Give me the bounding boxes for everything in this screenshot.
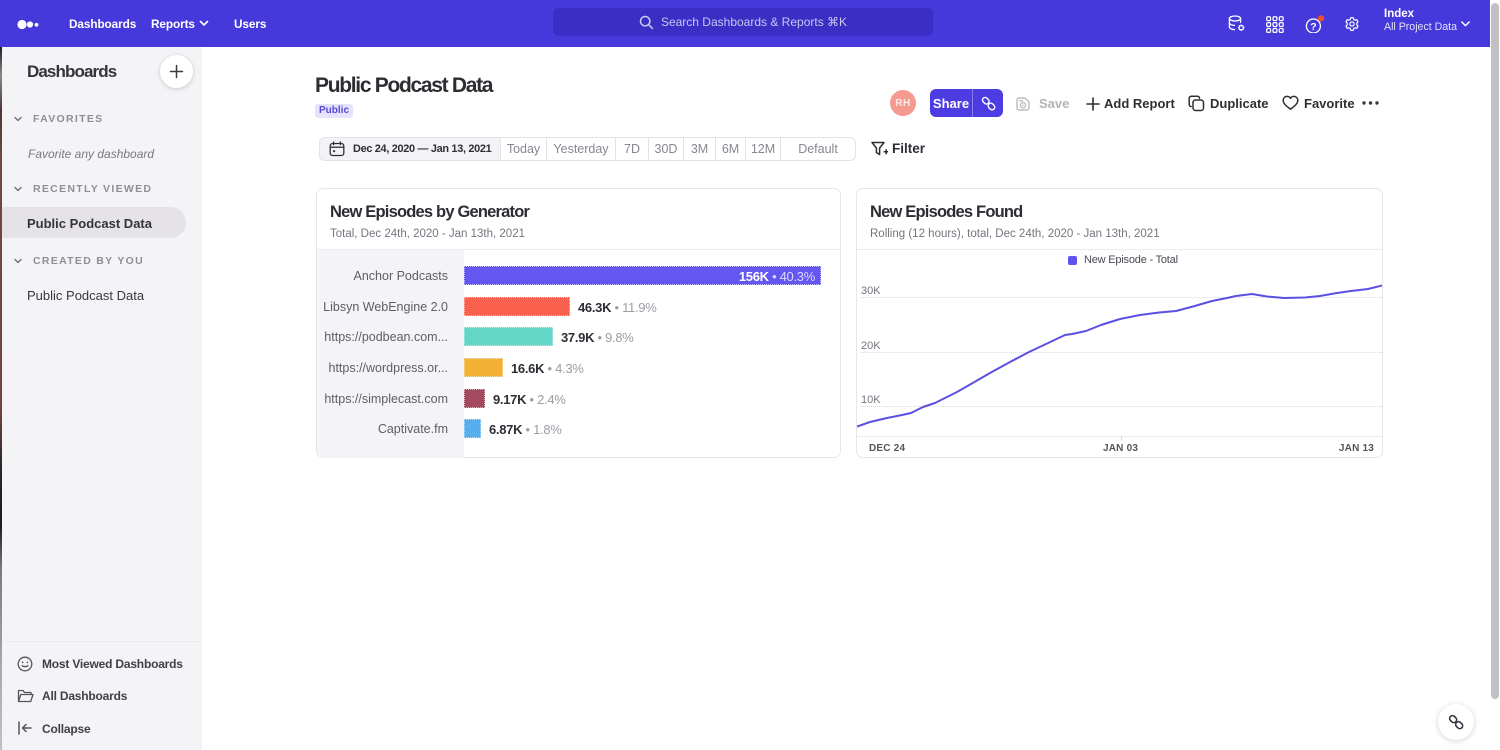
svg-text:?: ? bbox=[1310, 21, 1316, 33]
